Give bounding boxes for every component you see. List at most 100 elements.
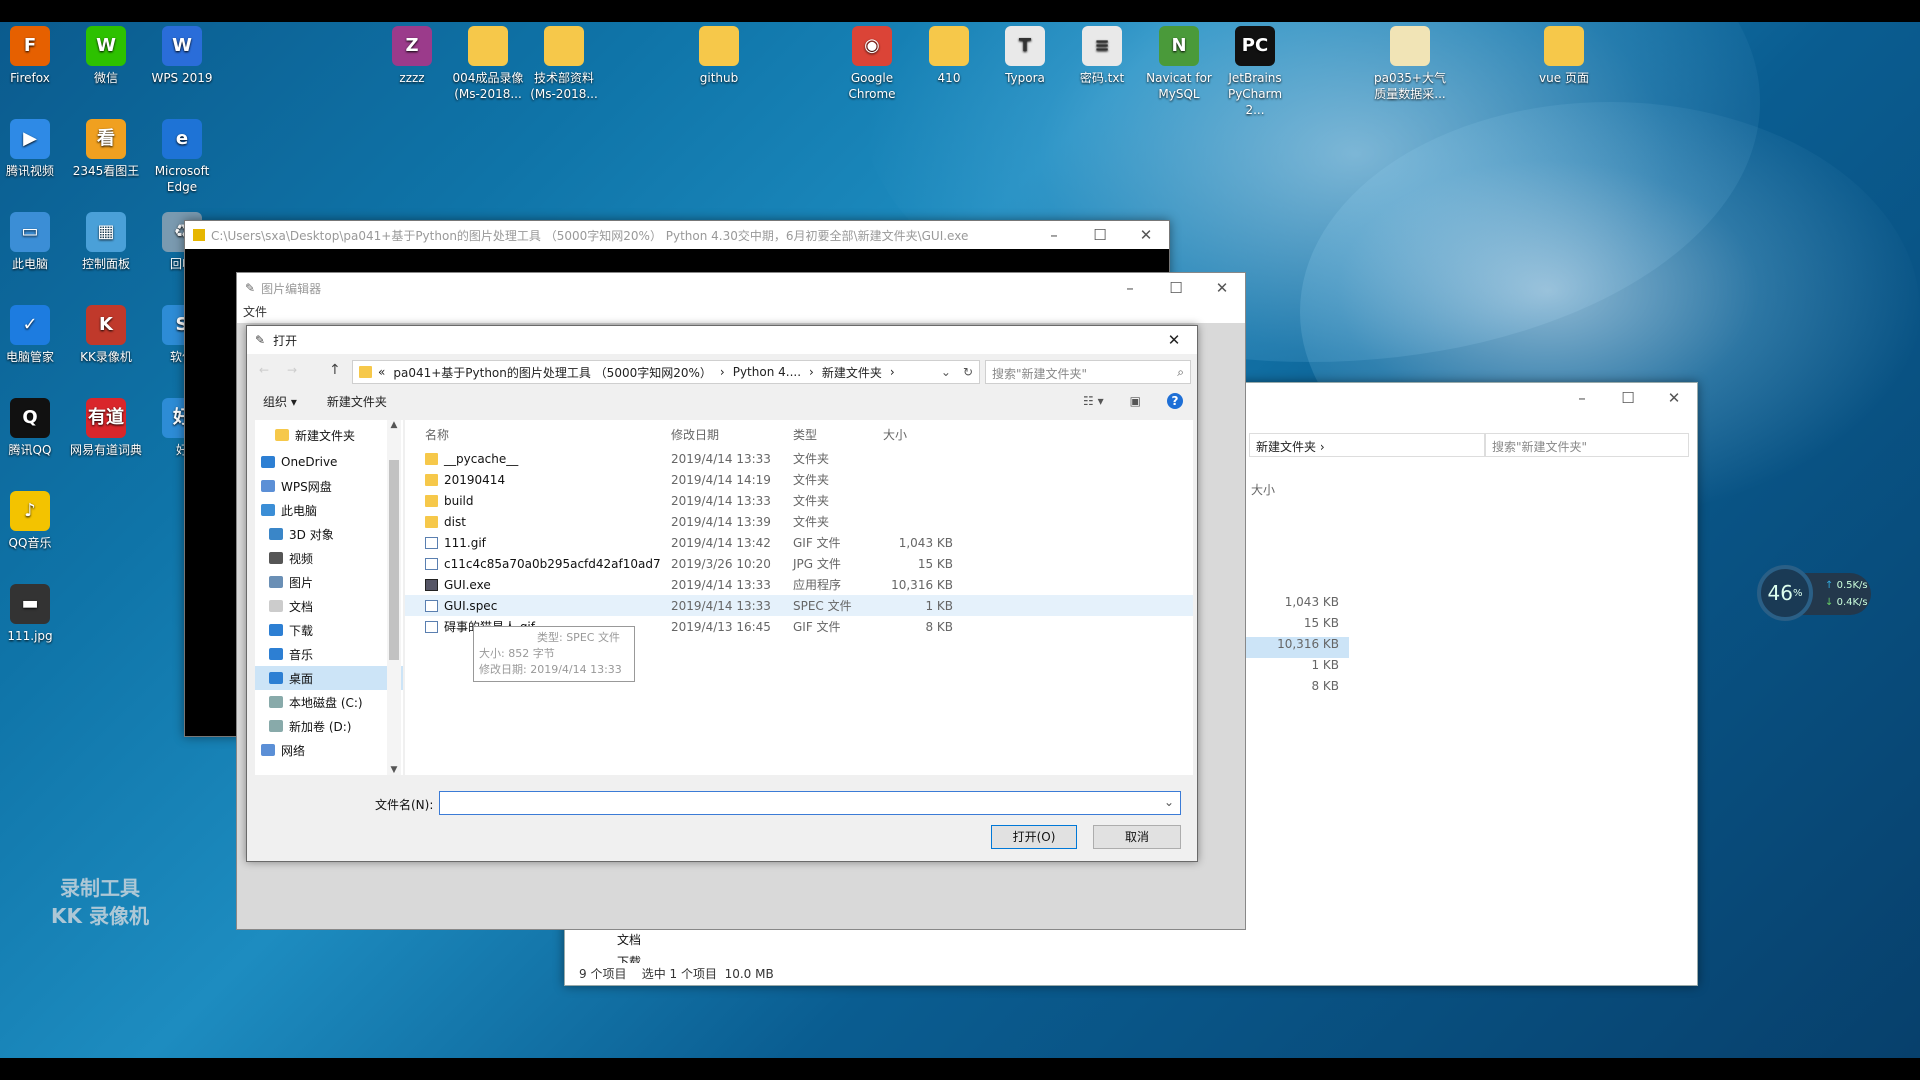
desktop-icon-pwd[interactable]: ≡ 密码.txt	[1065, 26, 1139, 86]
forward-arrow-icon[interactable]: →	[287, 363, 297, 377]
desktop-icon-wps[interactable]: W WPS 2019	[145, 26, 219, 86]
desktop-icon-chrome[interactable]: ◉ Google Chrome	[835, 26, 909, 102]
explorer-tree-item[interactable]: 文档	[617, 931, 641, 948]
chevron-down-icon[interactable]: ⌄	[935, 365, 957, 379]
filename-input[interactable]: ⌄	[439, 791, 1181, 815]
file-row[interactable]: __pycache__ 2019/4/14 13:33 文件夹	[405, 448, 1193, 469]
view-options-icon[interactable]: ☷ ▾	[1083, 394, 1104, 408]
dialog-titlebar[interactable]: ✎ 打开 ✕	[247, 326, 1197, 354]
breadcrumb-item[interactable]: Python 4....	[733, 365, 801, 379]
explorer-search-input[interactable]: 搜索"新建文件夹"	[1485, 433, 1689, 457]
file-rows: __pycache__ 2019/4/14 13:33 文件夹 20190414 201…	[405, 448, 1193, 637]
desktop-icon-github[interactable]: github	[682, 26, 756, 86]
file-row[interactable]: dist 2019/4/14 13:39 文件夹	[405, 511, 1193, 532]
column-name[interactable]: 名称	[405, 426, 661, 443]
navigation-scrollbar[interactable]: ▲ ▼	[387, 420, 401, 775]
menu-file[interactable]: 文件	[243, 305, 267, 319]
preview-pane-icon[interactable]: ▣	[1130, 394, 1141, 408]
desktop-icon-zzzz[interactable]: Zzzzz	[375, 26, 449, 86]
scroll-up-icon[interactable]: ▲	[387, 420, 401, 430]
search-icon[interactable]: ⌕	[1177, 365, 1184, 380]
desktop-icon-navicat[interactable]: N Navicat for MySQL	[1142, 26, 1216, 102]
nav-item[interactable]: 视频	[255, 546, 403, 570]
desktop-icon-youdao[interactable]: 有道 网易有道词典	[69, 398, 143, 458]
nav-item[interactable]: 音乐	[255, 642, 403, 666]
close-icon[interactable]: ✕	[1151, 331, 1197, 349]
network-meter[interactable]: ↑ 0.5K/s ↓ 0.4K/s 46%	[1757, 565, 1871, 621]
close-icon[interactable]: ✕	[1123, 226, 1169, 244]
minimize-icon[interactable]: –	[1559, 389, 1605, 407]
nav-item[interactable]: 网络	[255, 738, 403, 762]
open-button[interactable]: 打开(O)	[991, 825, 1077, 849]
desktop-icon-rec004[interactable]: 004成品录像 (Ms-2018...	[451, 26, 525, 102]
minimize-icon[interactable]: –	[1031, 226, 1077, 244]
new-folder-button[interactable]: 新建文件夹	[327, 393, 387, 410]
explorer-breadcrumb[interactable]: 新建文件夹	[1256, 440, 1316, 454]
desktop-icon-pcmanager[interactable]: ✓ 电脑管家	[0, 305, 67, 365]
organize-button[interactable]: 组织 ▾	[263, 393, 297, 410]
editor-titlebar[interactable]: ✎ 图片编辑器 – ☐ ✕	[237, 273, 1245, 303]
column-date[interactable]: 修改日期	[661, 426, 783, 443]
file-row[interactable]: build 2019/4/14 13:33 文件夹	[405, 490, 1193, 511]
maximize-icon[interactable]: ☐	[1153, 279, 1199, 297]
file-row[interactable]: GUI.exe 2019/4/14 13:33 应用程序 10,316 KB	[405, 574, 1193, 595]
file-row[interactable]: GUI.spec 2019/4/14 13:33 SPEC 文件 1 KB	[405, 595, 1193, 616]
help-icon[interactable]: ?	[1167, 393, 1183, 409]
desktop-icon-f410[interactable]: 410	[912, 26, 986, 86]
breadcrumb-item[interactable]: 新建文件夹	[822, 364, 882, 381]
desktop-icon-img111[interactable]: ▬ 111.jpg	[0, 584, 67, 644]
desktop-icon-kkrec[interactable]: K KK录像机	[69, 305, 143, 365]
up-arrow-icon[interactable]: ↑	[329, 362, 341, 378]
scroll-thumb[interactable]	[389, 460, 399, 660]
desktop-icon-tencentvideo[interactable]: ▶ 腾讯视频	[0, 119, 67, 179]
address-bar[interactable]: « pa041+基于Python的图片处理工具 （5000字知网20%） › P…	[352, 360, 980, 384]
desktop-icon-tech[interactable]: 技术部资料 (Ms-2018...	[527, 26, 601, 102]
minimize-icon[interactable]: –	[1107, 279, 1153, 297]
desktop-icon-firefox[interactable]: F Firefox	[0, 26, 67, 86]
desktop-icon-qq[interactable]: Q 腾讯QQ	[0, 398, 67, 458]
column-size[interactable]: 大小	[869, 426, 953, 443]
search-input[interactable]: 搜索"新建文件夹" ⌕	[985, 360, 1191, 384]
open-file-dialog[interactable]: ✎ 打开 ✕ ← → ↑ « pa041+基于Python的图片处理工具 （50…	[246, 325, 1198, 862]
scroll-down-icon[interactable]: ▼	[387, 765, 401, 775]
chevron-down-icon[interactable]: ⌄	[1164, 795, 1174, 809]
nav-item[interactable]: 桌面	[255, 666, 403, 690]
refresh-icon[interactable]: ↻	[957, 365, 979, 379]
desktop-icon-typora[interactable]: T Typora	[988, 26, 1062, 86]
nav-item[interactable]: 本地磁盘 (C:)	[255, 690, 403, 714]
breadcrumb-item[interactable]: pa041+基于Python的图片处理工具 （5000字知网20%）	[393, 364, 712, 381]
nav-item[interactable]: 文档	[255, 594, 403, 618]
cancel-button[interactable]: 取消	[1093, 825, 1181, 849]
file-row[interactable]: 20190414 2019/4/14 14:19 文件夹	[405, 469, 1193, 490]
nav-item[interactable]: 此电脑	[255, 498, 403, 522]
desktop-icon-wechat[interactable]: W 微信	[69, 26, 143, 86]
desktop-icon-controlpanel[interactable]: ▦ 控制面板	[69, 212, 143, 272]
file-row[interactable]: 111.gif 2019/4/14 13:42 GIF 文件 1,043 KB	[405, 532, 1193, 553]
console-titlebar[interactable]: C:\Users\sxa\Desktop\pa041+基于Python的图片处理…	[185, 221, 1169, 249]
explorer-size-header[interactable]: 大小	[1251, 481, 1275, 498]
maximize-icon[interactable]: ☐	[1605, 389, 1651, 407]
desktop-icon-edge[interactable]: e Microsoft Edge	[145, 119, 219, 195]
back-arrow-icon[interactable]: ←	[259, 363, 269, 377]
column-type[interactable]: 类型	[783, 426, 869, 443]
nav-item[interactable]: 新建文件夹	[255, 420, 403, 450]
close-icon[interactable]: ✕	[1199, 279, 1245, 297]
maximize-icon[interactable]: ☐	[1077, 226, 1123, 244]
file-row[interactable]: c11c4c85a70a0b295acfd42af10ad7e.j... 2019…	[405, 553, 1193, 574]
desktop-icon-vue[interactable]: vue 页面	[1527, 26, 1601, 86]
explorer-tree-item[interactable]: 下载	[617, 953, 641, 963]
explorer-address-bar[interactable]: 新建文件夹 ›	[1249, 433, 1485, 457]
desktop-icon-qqmusic[interactable]: ♪ QQ音乐	[0, 491, 67, 551]
breadcrumb-overflow[interactable]: «	[378, 365, 385, 379]
nav-item[interactable]: 3D 对象	[255, 522, 403, 546]
close-icon[interactable]: ✕	[1651, 389, 1697, 407]
desktop-icon-pycharm[interactable]: PC JetBrains PyCharm 2...	[1218, 26, 1292, 118]
nav-item[interactable]: 下载	[255, 618, 403, 642]
nav-item[interactable]: 新加卷 (D:)	[255, 714, 403, 738]
desktop-icon-viewer2345[interactable]: 看 2345看图王	[69, 119, 143, 179]
nav-item[interactable]: 图片	[255, 570, 403, 594]
nav-item[interactable]: OneDrive	[255, 450, 403, 474]
nav-item[interactable]: WPS网盘	[255, 474, 403, 498]
desktop-icon-thispc[interactable]: ▭ 此电脑	[0, 212, 67, 272]
desktop-icon-pa035[interactable]: pa035+大气 质量数据采...	[1373, 26, 1447, 102]
